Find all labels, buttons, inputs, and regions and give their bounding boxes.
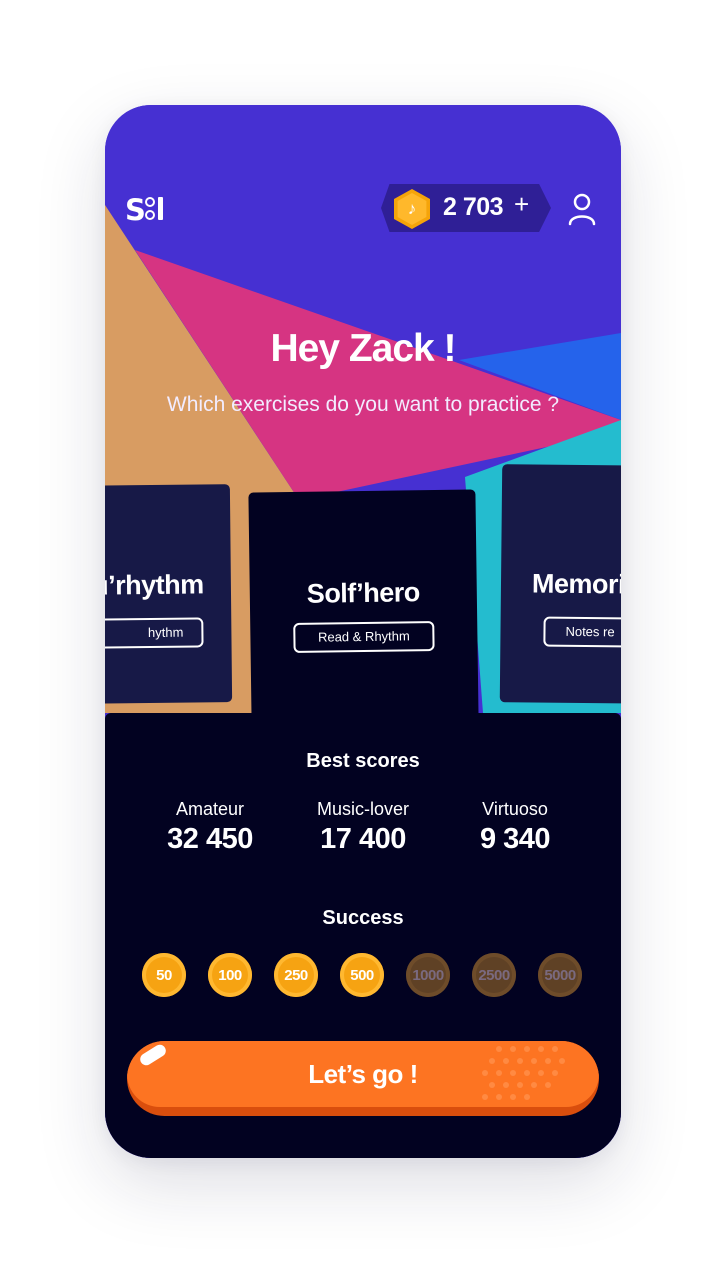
success-badge-5000[interactable]: 5000 (538, 953, 582, 997)
lets-go-button[interactable]: Let’s go ! (127, 1041, 599, 1116)
lets-go-label: Let’s go ! (308, 1059, 418, 1089)
exercise-card-selected[interactable]: Solf’hero Read & Rhythm (248, 489, 479, 725)
exercise-card-right[interactable]: Memori Notes re (499, 464, 621, 704)
score-label: Virtuoso (482, 799, 548, 819)
score-music-lover: Music-lover 17 400 (293, 799, 433, 856)
score-label: Music-lover (316, 799, 409, 819)
exercise-card-left[interactable]: ou’rhythm hythm (105, 484, 233, 704)
success-badge-500[interactable]: 500 (340, 953, 384, 997)
card-title: Solf’hero (306, 577, 421, 609)
user-icon[interactable] (567, 192, 597, 226)
success-badge-50[interactable]: 50 (142, 953, 186, 997)
button-face: Let’s go ! (127, 1041, 599, 1107)
sol-logo[interactable]: S (125, 193, 163, 227)
success-badge-2500[interactable]: 2500 (472, 953, 516, 997)
score-value: 9 340 (479, 823, 551, 855)
card-title: Memori (531, 568, 621, 600)
greeting-title: Hey Zack ! (270, 327, 456, 370)
best-scores-title: Best scores (306, 750, 420, 772)
greeting-subtitle: Which exercises do you want to practice … (166, 393, 560, 416)
plus-icon[interactable]: + (514, 189, 529, 220)
score-value: 17 400 (320, 823, 406, 855)
success-title: Success (322, 907, 404, 929)
logo-dots (144, 197, 155, 223)
card-tag: hythm (105, 617, 204, 649)
success-badge-1000[interactable]: 1000 (406, 953, 450, 997)
success-badge-250[interactable]: 250 (274, 953, 318, 997)
card-tag: Notes re (543, 616, 621, 649)
coin-count: 2 703 (443, 193, 504, 221)
phone-screen: S ♪ 2 703 + Hey Zack ! Which exercises d… (105, 105, 621, 1158)
logo-bar (157, 197, 163, 220)
score-label: Amateur (175, 799, 245, 819)
success-badge-100[interactable]: 100 (208, 953, 252, 997)
score-virtuoso: Virtuoso 9 340 (445, 799, 585, 856)
score-amateur: Amateur 32 450 (140, 799, 280, 856)
score-value: 32 450 (167, 823, 253, 855)
card-title: ou’rhythm (105, 569, 204, 601)
card-tag: Read & Rhythm (293, 621, 435, 653)
